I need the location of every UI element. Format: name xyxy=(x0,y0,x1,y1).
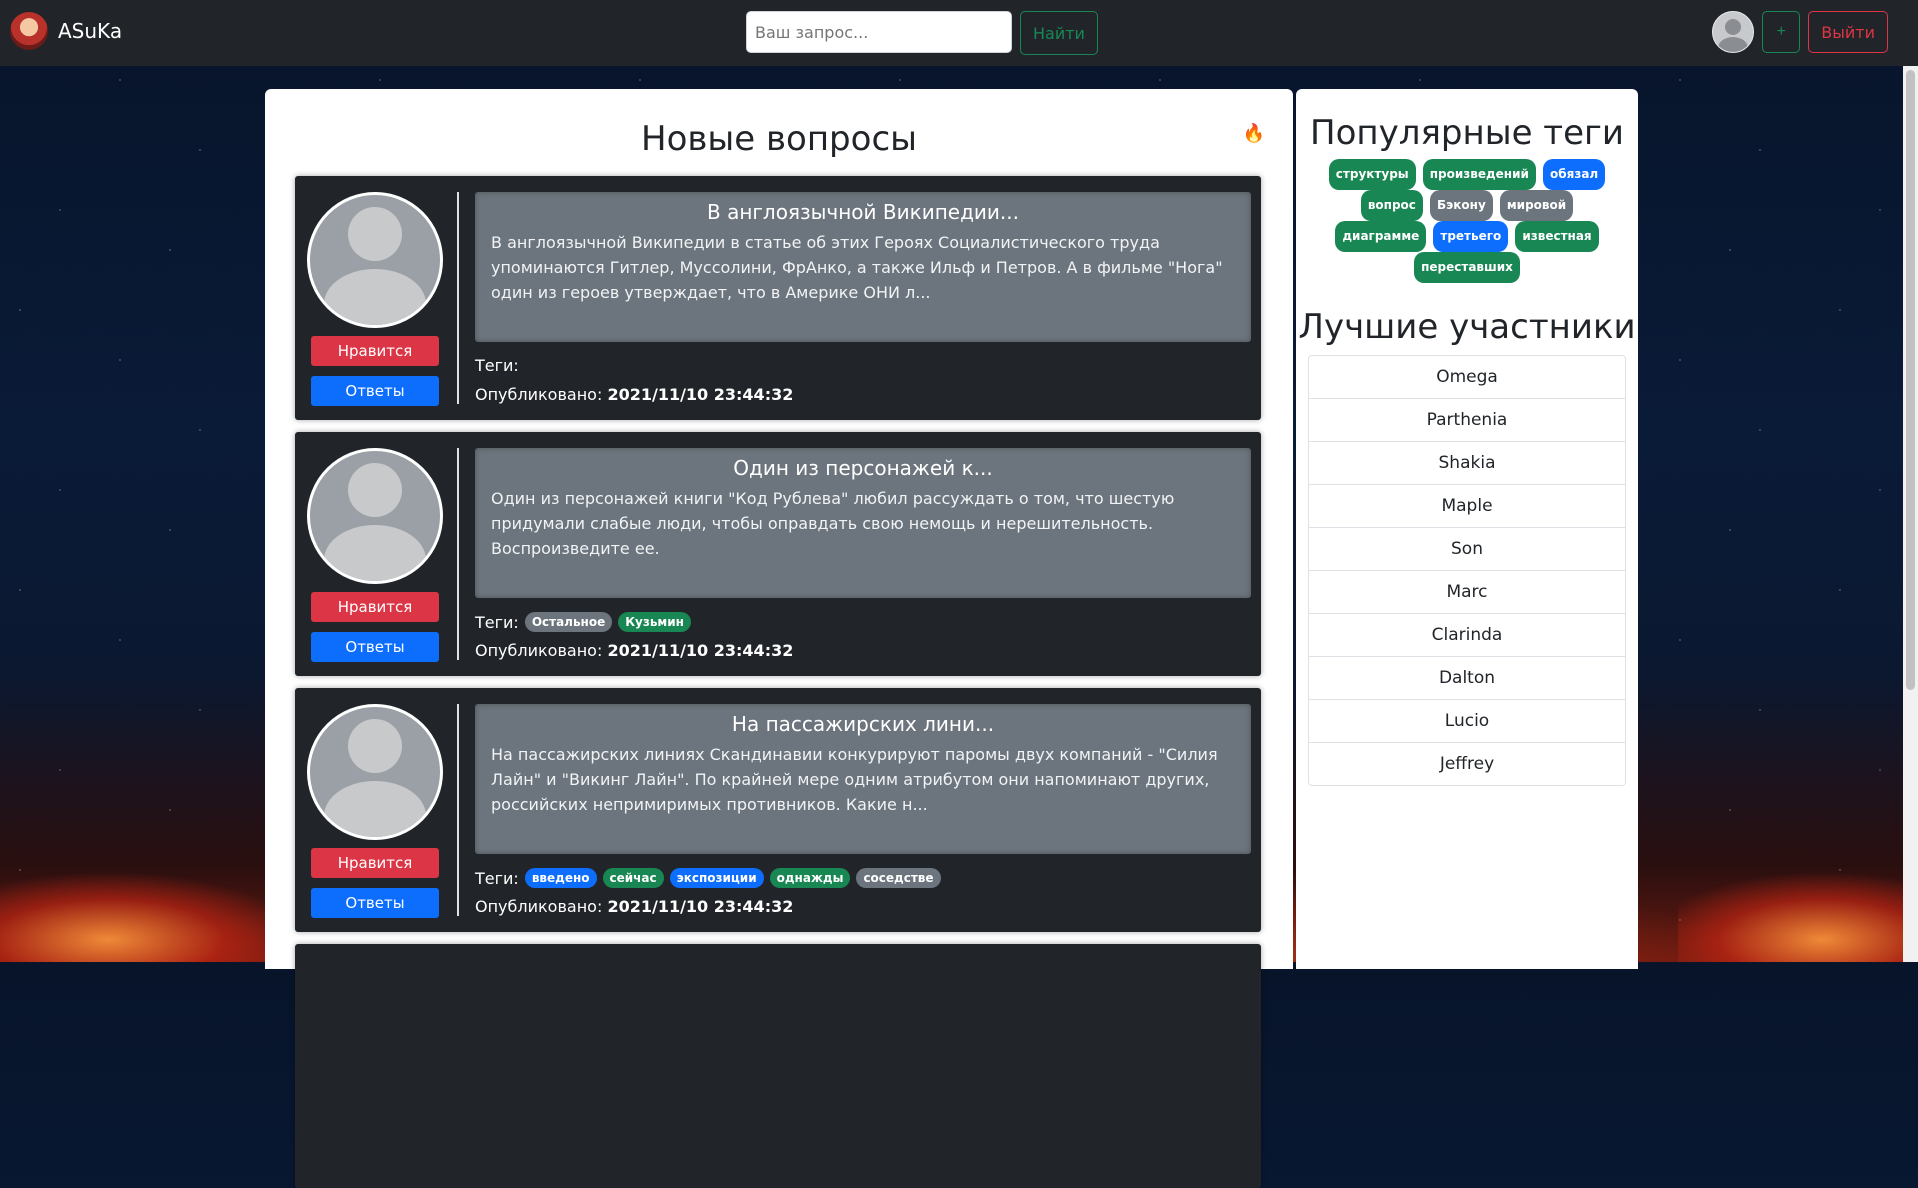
best-members-list: Omega Parthenia Shakia Maple Son Marc Cl… xyxy=(1308,355,1626,786)
tag-chip[interactable]: сейчас xyxy=(602,868,664,888)
user-avatar[interactable] xyxy=(1712,11,1755,53)
popular-tags-list: структуры произведений обязал вопрос Бэк… xyxy=(1317,159,1617,283)
member-item[interactable]: Maple xyxy=(1309,485,1625,528)
question-published: Опубликовано: 2021/11/10 23:44:32 xyxy=(475,385,793,404)
page-scrollbar[interactable] xyxy=(1903,66,1918,962)
like-button[interactable]: Нравится xyxy=(311,336,439,366)
published-date: 2021/11/10 23:44:32 xyxy=(607,897,794,916)
published-date: 2021/11/10 23:44:32 xyxy=(607,641,794,660)
sidebar: Популярные теги структуры произведений о… xyxy=(1296,89,1638,969)
search-form: Найти xyxy=(746,11,1098,55)
question-published: Опубликовано: 2021/11/10 23:44:32 xyxy=(475,641,793,660)
navbar: ASuKa Найти + Выйти xyxy=(0,0,1918,66)
popular-tag[interactable]: произведений xyxy=(1422,159,1536,190)
like-button[interactable]: Нравится xyxy=(311,848,439,878)
question-card: Нравится Ответы В англоязычной Википедии… xyxy=(295,176,1261,420)
search-button[interactable]: Найти xyxy=(1020,11,1098,55)
member-item[interactable]: Dalton xyxy=(1309,657,1625,700)
answers-button[interactable]: Ответы xyxy=(311,632,439,662)
background-glow-left xyxy=(0,812,270,962)
popular-tag[interactable]: Бэкону xyxy=(1430,190,1493,221)
question-author: Нравится Ответы xyxy=(307,192,443,406)
tag-chip[interactable]: Кузьмин xyxy=(618,612,691,632)
divider xyxy=(457,448,459,660)
question-text: Один из персонажей книги "Код Рублева" л… xyxy=(491,489,1175,558)
question-author: Нравится Ответы xyxy=(307,704,443,918)
divider xyxy=(457,704,459,916)
question-body[interactable]: В англоязычной Википедии... В англоязычн… xyxy=(475,192,1251,342)
question-text: На пассажирских линиях Скандинавии конку… xyxy=(491,745,1218,814)
published-label: Опубликовано: xyxy=(475,897,603,916)
user-nav: + Выйти xyxy=(1712,11,1888,53)
popular-tags-title: Популярные теги xyxy=(1310,113,1624,153)
member-item[interactable]: Son xyxy=(1309,528,1625,571)
member-item[interactable]: Jeffrey xyxy=(1309,743,1625,785)
popular-tag[interactable]: мировой xyxy=(1499,190,1574,221)
brand-name: ASuKa xyxy=(58,19,123,43)
best-members-title: Лучшие участники xyxy=(1298,307,1636,347)
popular-tag[interactable]: известная xyxy=(1515,221,1599,252)
member-item[interactable]: Marc xyxy=(1309,571,1625,614)
tag-chip[interactable]: соседстве xyxy=(856,868,941,888)
tags-label: Теги: xyxy=(475,868,519,888)
question-body[interactable]: Один из персонажей к... Один из персонаж… xyxy=(475,448,1251,598)
answers-button[interactable]: Ответы xyxy=(311,888,439,918)
tag-chip[interactable]: экспозиции xyxy=(669,868,764,888)
tags-label: Теги: xyxy=(475,612,519,632)
question-tags: Теги: Остальное Кузьмин xyxy=(475,612,691,632)
question-card: Нравится Ответы Один из персонажей к... … xyxy=(295,432,1261,676)
background-glow-right xyxy=(1678,812,1918,962)
question-tags: Теги: введено сейчас экспозиции однажды … xyxy=(475,868,941,888)
question-title[interactable]: В англоязычной Википедии... xyxy=(475,200,1251,224)
author-avatar xyxy=(307,704,443,840)
page-title: Новые вопросы xyxy=(641,119,917,159)
published-label: Опубликовано: xyxy=(475,641,603,660)
popular-tag[interactable]: вопрос xyxy=(1360,190,1423,221)
tag-chip[interactable]: Остальное xyxy=(524,612,613,632)
main-panel: Новые вопросы 🔥 Нравится Ответы В англоя… xyxy=(265,89,1293,1188)
member-item[interactable]: Clarinda xyxy=(1309,614,1625,657)
member-item[interactable]: Parthenia xyxy=(1309,399,1625,442)
tag-chip[interactable]: введено xyxy=(524,868,597,888)
tag-chip[interactable]: однажды xyxy=(769,868,851,888)
question-title[interactable]: На пассажирских лини... xyxy=(475,712,1251,736)
author-avatar xyxy=(307,448,443,584)
answers-button[interactable]: Ответы xyxy=(311,376,439,406)
search-input[interactable] xyxy=(746,11,1012,53)
question-card: Нравится Ответы На пассажирских лини... … xyxy=(295,688,1261,932)
like-button[interactable]: Нравится xyxy=(311,592,439,622)
question-author: Нравится Ответы xyxy=(307,448,443,662)
tags-label: Теги: xyxy=(475,356,519,375)
add-question-button[interactable]: + xyxy=(1762,11,1801,53)
question-body[interactable]: На пассажирских лини... На пассажирских … xyxy=(475,704,1251,854)
author-avatar xyxy=(307,192,443,328)
popular-tag[interactable]: третьего xyxy=(1433,221,1509,252)
popular-tag[interactable]: диаграмме xyxy=(1335,221,1427,252)
brand-link[interactable]: ASuKa xyxy=(10,12,122,50)
popular-tag[interactable]: структуры xyxy=(1328,159,1416,190)
logout-button[interactable]: Выйти xyxy=(1808,11,1888,53)
popular-tag[interactable]: обязал xyxy=(1543,159,1606,190)
member-item[interactable]: Omega xyxy=(1309,356,1625,399)
question-text: В англоязычной Википедии в статье об эти… xyxy=(491,233,1223,302)
published-date: 2021/11/10 23:44:32 xyxy=(607,385,794,404)
divider xyxy=(457,192,459,404)
question-tags: Теги: xyxy=(475,356,519,375)
published-label: Опубликовано: xyxy=(475,385,603,404)
question-title[interactable]: Один из персонажей к... xyxy=(475,456,1251,480)
fire-icon[interactable]: 🔥 xyxy=(1243,123,1265,144)
question-published: Опубликовано: 2021/11/10 23:44:32 xyxy=(475,897,793,916)
brand-logo-icon xyxy=(10,12,48,50)
popular-tag[interactable]: переставших xyxy=(1414,252,1520,283)
member-item[interactable]: Lucio xyxy=(1309,700,1625,743)
member-item[interactable]: Shakia xyxy=(1309,442,1625,485)
scrollbar-thumb[interactable] xyxy=(1906,70,1915,690)
question-card-partial xyxy=(295,944,1261,1188)
